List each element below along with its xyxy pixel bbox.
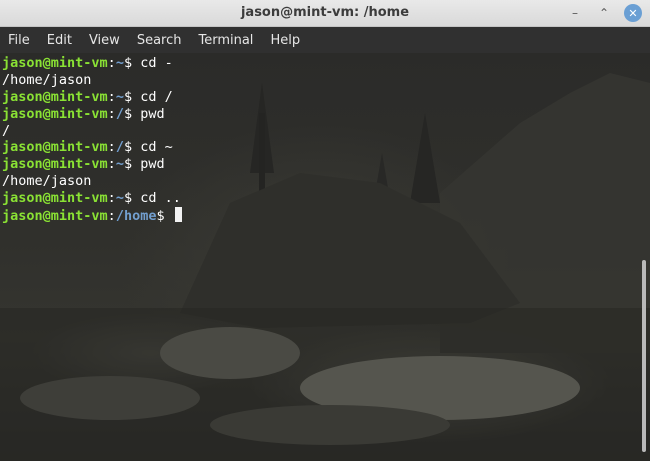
close-icon[interactable]: ✕ xyxy=(624,4,642,22)
prompt-sign: $ xyxy=(123,55,141,71)
output-text: /home/jason xyxy=(2,71,92,88)
prompt-sign: $ xyxy=(123,105,141,122)
prompt-line: jason@mint-vm:~$ cd / xyxy=(2,89,182,106)
text-cursor xyxy=(174,207,182,223)
menu-bar: File Edit View Search Terminal Help xyxy=(0,27,650,53)
output-line: /home/jason xyxy=(2,173,182,190)
prompt-separator: : xyxy=(107,208,116,225)
prompt-line: jason@mint-vm:/$ cd ~ xyxy=(2,139,182,156)
command-text: cd - xyxy=(140,55,173,71)
command-text: pwd xyxy=(140,156,165,173)
menu-help[interactable]: Help xyxy=(264,33,306,48)
prompt-line: jason@mint-vm:/$ pwd xyxy=(2,106,182,123)
prompt-user: jason@mint-vm xyxy=(2,55,108,71)
prompt-path: ~ xyxy=(115,88,124,105)
terminal-window: jason@mint-vm: /home – ⌃ ✕ File Edit Vie… xyxy=(0,0,650,461)
command-text: cd / xyxy=(140,88,173,105)
prompt-separator: : xyxy=(107,105,116,122)
prompt-path: ~ xyxy=(115,156,124,173)
prompt-sign: $ xyxy=(123,156,141,173)
menu-edit[interactable]: Edit xyxy=(41,33,78,48)
command-text: cd ~ xyxy=(140,139,173,156)
command-text: cd .. xyxy=(140,190,181,207)
menu-search[interactable]: Search xyxy=(131,33,188,48)
prompt-separator: : xyxy=(107,55,116,71)
output-line: / xyxy=(2,123,182,140)
command-text: pwd xyxy=(140,105,165,122)
menu-terminal[interactable]: Terminal xyxy=(192,33,259,48)
prompt-user: jason@mint-vm xyxy=(2,156,108,173)
prompt-path: / xyxy=(115,139,124,156)
output-text: / xyxy=(2,122,11,139)
prompt-user: jason@mint-vm xyxy=(2,190,108,207)
output-text: /home/jason xyxy=(2,173,92,190)
prompt-user: jason@mint-vm xyxy=(2,88,108,105)
prompt-user: jason@mint-vm xyxy=(2,139,108,156)
prompt-sign: $ xyxy=(123,190,141,207)
terminal-output-area[interactable]: jason@mint-vm:~$ cd -/home/jason jason@mi… xyxy=(0,53,650,461)
prompt-line: jason@mint-vm:~$ cd - xyxy=(2,55,182,72)
prompt-sign: $ xyxy=(156,208,173,225)
menu-file[interactable]: File xyxy=(2,33,36,48)
prompt-path: / xyxy=(115,105,124,122)
prompt-path: /home xyxy=(115,208,157,225)
prompt-user: jason@mint-vm xyxy=(2,208,108,225)
prompt-user: jason@mint-vm xyxy=(2,105,108,122)
prompt-separator: : xyxy=(107,139,116,156)
prompt-line: jason@mint-vm:~$ pwd xyxy=(2,156,182,173)
output-line: /home/jason xyxy=(2,72,182,89)
scrollbar-thumb[interactable] xyxy=(642,260,646,452)
maximize-icon[interactable]: ⌃ xyxy=(595,4,613,22)
minimize-icon[interactable]: – xyxy=(566,4,584,22)
prompt-sign: $ xyxy=(123,88,141,105)
prompt-separator: : xyxy=(107,190,116,207)
window-title: jason@mint-vm: /home xyxy=(240,5,410,20)
prompt-path: ~ xyxy=(115,55,124,71)
prompt-path: ~ xyxy=(115,190,124,207)
menu-view[interactable]: View xyxy=(83,33,126,48)
prompt-separator: : xyxy=(107,88,116,105)
prompt-line: jason@mint-vm:~$ cd .. xyxy=(2,190,182,207)
prompt-line: jason@mint-vm:/home$ xyxy=(2,207,182,224)
terminal-lines: jason@mint-vm:~$ cd -/home/jason jason@mi… xyxy=(2,55,182,224)
title-bar[interactable]: jason@mint-vm: /home – ⌃ ✕ xyxy=(0,0,650,27)
prompt-separator: : xyxy=(107,156,116,173)
prompt-sign: $ xyxy=(123,139,141,156)
